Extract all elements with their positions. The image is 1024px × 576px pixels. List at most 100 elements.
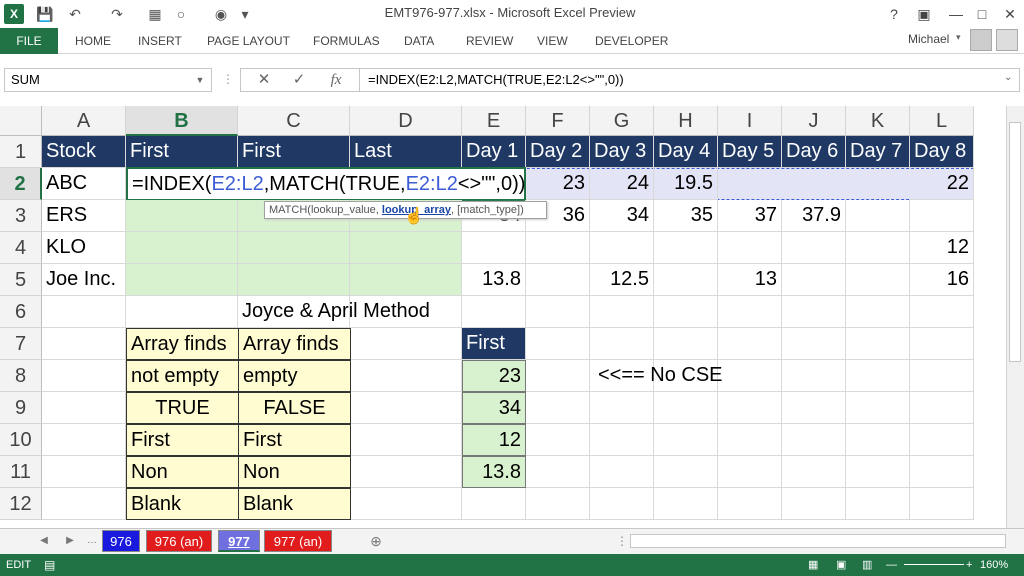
grid-cell[interactable] bbox=[782, 296, 846, 328]
column-header-k[interactable]: K bbox=[846, 106, 910, 136]
formula-input[interactable]: =INDEX(E2:L2,MATCH(TRUE,E2:L2<>"",0)) bbox=[360, 68, 1020, 92]
grid-cell[interactable] bbox=[782, 328, 846, 360]
cell-g8[interactable]: <<== No CSE bbox=[590, 360, 782, 392]
grid-cell[interactable] bbox=[350, 456, 462, 488]
cell-g5[interactable]: 12.5 bbox=[590, 264, 654, 296]
grid-cell[interactable] bbox=[526, 296, 590, 328]
column-header-c[interactable]: C bbox=[238, 106, 350, 136]
grid-cell[interactable] bbox=[590, 232, 654, 264]
cell-b2-editor[interactable]: =INDEX(E2:L2,MATCH(TRUE,E2:L2<>"",0)) bbox=[126, 167, 526, 201]
cell-d4[interactable] bbox=[350, 232, 462, 264]
cell-h2[interactable]: 19.5 bbox=[654, 168, 718, 200]
column-header-e[interactable]: E bbox=[462, 106, 526, 136]
grid-cell[interactable] bbox=[42, 488, 126, 520]
cell-f2[interactable]: 23 bbox=[526, 168, 590, 200]
cell-a3[interactable]: ERS bbox=[42, 200, 126, 232]
sheet-tab-977-an-[interactable]: 977 (an) bbox=[264, 530, 332, 552]
cell-b3[interactable] bbox=[126, 200, 238, 232]
grid-cell[interactable] bbox=[846, 232, 910, 264]
grid-cell[interactable] bbox=[462, 232, 526, 264]
cell-e7[interactable]: First bbox=[462, 328, 526, 360]
grid-cell[interactable] bbox=[782, 488, 846, 520]
cell-c4[interactable] bbox=[238, 232, 350, 264]
row-header-12[interactable]: 12 bbox=[0, 488, 42, 520]
grid-cell[interactable] bbox=[718, 392, 782, 424]
cell-c9[interactable]: FALSE bbox=[238, 392, 351, 424]
row-header-1[interactable]: 1 bbox=[0, 136, 42, 168]
tab-file[interactable]: FILE bbox=[0, 28, 58, 54]
column-header-h[interactable]: H bbox=[654, 106, 718, 136]
macro-record-icon[interactable]: ▤ bbox=[44, 554, 55, 576]
next-sheet-icon[interactable]: ▶ bbox=[62, 533, 78, 549]
grid-cell[interactable] bbox=[910, 200, 974, 232]
grid-cell[interactable] bbox=[718, 424, 782, 456]
cell-i5[interactable]: 13 bbox=[718, 264, 782, 296]
cell-f1[interactable]: Day 2 bbox=[526, 136, 590, 168]
select-all-corner[interactable] bbox=[0, 106, 42, 136]
zoom-out-icon[interactable]: — bbox=[886, 554, 897, 576]
grid-cell[interactable] bbox=[718, 296, 782, 328]
row-header-8[interactable]: 8 bbox=[0, 360, 42, 392]
cell-c11[interactable]: Non bbox=[238, 456, 351, 488]
expand-formula-icon[interactable]: ⌄ bbox=[1004, 72, 1012, 83]
tab-view[interactable]: VIEW bbox=[537, 28, 568, 54]
close-icon[interactable]: ✕ bbox=[998, 3, 1022, 25]
avatar[interactable] bbox=[970, 29, 992, 51]
customize-icon[interactable]: ▾ bbox=[236, 5, 254, 23]
grid-cell[interactable] bbox=[526, 360, 590, 392]
page-break-view-icon[interactable]: ▥ bbox=[862, 554, 872, 576]
grid-cell[interactable] bbox=[654, 296, 718, 328]
undo-icon[interactable]: ↶ bbox=[66, 5, 84, 23]
grid-cell[interactable] bbox=[718, 488, 782, 520]
column-header-f[interactable]: F bbox=[526, 106, 590, 136]
grid-cell[interactable] bbox=[782, 424, 846, 456]
cell-a2[interactable]: ABC bbox=[42, 168, 126, 200]
horizontal-scrollbar[interactable] bbox=[630, 534, 1006, 548]
zoom-slider[interactable] bbox=[904, 564, 964, 565]
cell-b5[interactable] bbox=[126, 264, 238, 296]
grid-cell[interactable] bbox=[782, 456, 846, 488]
cell-g3[interactable]: 34 bbox=[590, 200, 654, 232]
cell-e1[interactable]: Day 1 bbox=[462, 136, 526, 168]
row-header-2[interactable]: 2 bbox=[0, 168, 42, 200]
grid-cell[interactable] bbox=[654, 264, 718, 296]
grid-cell[interactable] bbox=[846, 264, 910, 296]
grid-cell[interactable] bbox=[846, 200, 910, 232]
grid-cell[interactable] bbox=[910, 456, 974, 488]
cell-b8[interactable]: not empty bbox=[126, 360, 239, 392]
grid-cell[interactable] bbox=[846, 424, 910, 456]
grid-cell[interactable] bbox=[126, 296, 238, 328]
cell-b12[interactable]: Blank bbox=[126, 488, 239, 520]
grid-cell[interactable] bbox=[910, 360, 974, 392]
tab-review[interactable]: REVIEW bbox=[466, 28, 513, 54]
grid-cell[interactable] bbox=[654, 488, 718, 520]
cell-b1[interactable]: First bbox=[126, 136, 238, 168]
grid-cell[interactable] bbox=[846, 488, 910, 520]
column-header-j[interactable]: J bbox=[782, 106, 846, 136]
cell-c12[interactable]: Blank bbox=[238, 488, 351, 520]
grid-cell[interactable] bbox=[654, 328, 718, 360]
grid-cell[interactable] bbox=[42, 328, 126, 360]
grid-cell[interactable] bbox=[590, 456, 654, 488]
account-icon[interactable] bbox=[996, 29, 1018, 51]
row-header-10[interactable]: 10 bbox=[0, 424, 42, 456]
user-name[interactable]: Michael bbox=[908, 28, 949, 50]
grid-cell[interactable] bbox=[590, 296, 654, 328]
grid-cell[interactable] bbox=[350, 488, 462, 520]
zoom-in-icon[interactable]: + bbox=[966, 554, 972, 576]
row-header-3[interactable]: 3 bbox=[0, 200, 42, 232]
cell-e10[interactable]: 12 bbox=[462, 424, 526, 456]
cell-h1[interactable]: Day 4 bbox=[654, 136, 718, 168]
cell-j3[interactable]: 37.9 bbox=[782, 200, 846, 232]
grid-cell[interactable] bbox=[910, 488, 974, 520]
grid-cell[interactable] bbox=[590, 424, 654, 456]
grid-cell[interactable] bbox=[42, 296, 126, 328]
grid-cell[interactable] bbox=[350, 360, 462, 392]
cell-e5[interactable]: 13.8 bbox=[462, 264, 526, 296]
cell-i1[interactable]: Day 5 bbox=[718, 136, 782, 168]
tab-split-handle-icon[interactable]: ⋮ bbox=[616, 534, 628, 548]
column-header-d[interactable]: D bbox=[350, 106, 462, 136]
cell-e9[interactable]: 34 bbox=[462, 392, 526, 424]
cell-a5[interactable]: Joe Inc. bbox=[42, 264, 126, 296]
tab-formulas[interactable]: FORMULAS bbox=[313, 28, 380, 54]
